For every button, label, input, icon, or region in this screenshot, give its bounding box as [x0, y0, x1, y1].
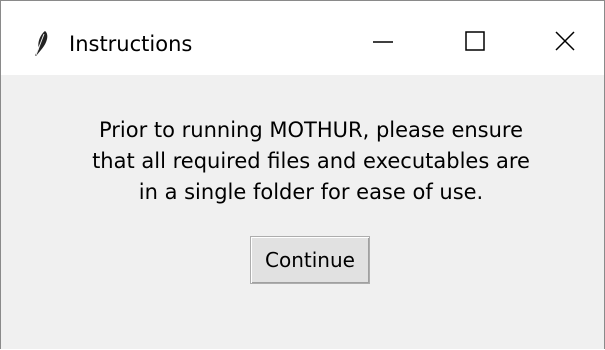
instructions-message: Prior to running MOTHUR, please ensure t… — [41, 115, 581, 208]
message-line: Prior to running MOTHUR, please ensure — [98, 118, 524, 142]
message-line: that all required files and executables … — [92, 149, 530, 173]
close-icon — [554, 30, 576, 56]
window-title: Instructions — [69, 32, 193, 56]
maximize-button[interactable] — [453, 19, 497, 67]
minimize-icon — [372, 30, 394, 56]
dialog-body: Prior to running MOTHUR, please ensure t… — [1, 75, 604, 349]
minimize-button[interactable] — [361, 19, 405, 67]
title-bar[interactable]: Instructions — [1, 1, 604, 75]
maximize-icon — [464, 30, 486, 56]
instructions-window: Instructions Prior to running MOTHUR, pl… — [0, 0, 605, 349]
feather-icon — [31, 30, 51, 58]
continue-button[interactable]: Continue — [250, 236, 370, 284]
close-button[interactable] — [543, 19, 587, 67]
message-line: in a single folder for ease of use. — [138, 180, 484, 204]
